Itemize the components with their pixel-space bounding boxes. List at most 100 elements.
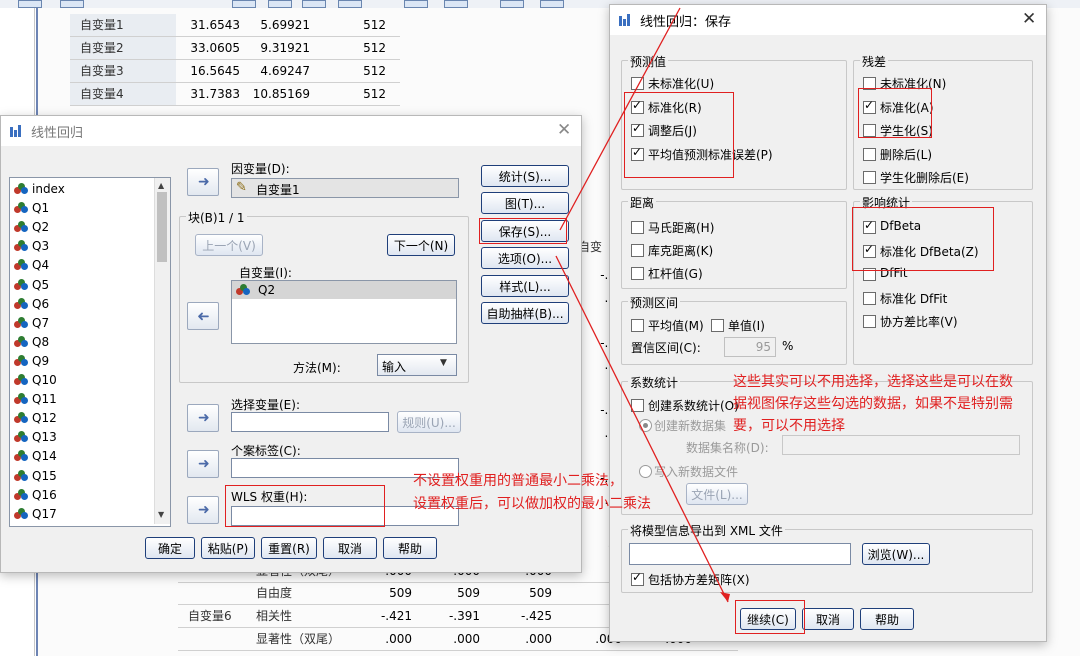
dependent-field[interactable]: ✎ 自变量1 — [231, 178, 459, 198]
variable-icon — [14, 507, 28, 520]
cancel-button[interactable]: 取消 — [323, 537, 377, 559]
variable-item[interactable]: Q13 — [14, 428, 57, 447]
variable-item[interactable]: Q6 — [14, 295, 49, 314]
highlight-continue — [735, 600, 805, 634]
stat-cell: -.391 — [448, 609, 480, 623]
move-dependent-button[interactable]: ➜ — [187, 168, 219, 196]
single-interval-label: 单值(I) — [728, 319, 765, 333]
scrollbar[interactable]: ▲ ▼ — [154, 178, 170, 524]
style-button[interactable]: 样式(L)... — [481, 275, 569, 297]
toolbar-icon[interactable] — [444, 0, 468, 8]
variable-label: Q8 — [32, 334, 50, 349]
row-mean: 31.6543 — [190, 18, 240, 32]
option-checkbox[interactable] — [631, 77, 644, 90]
row-std: 4.69247 — [260, 64, 310, 78]
mean-interval-label: 平均值(M) — [648, 319, 704, 333]
mean-interval-checkbox[interactable] — [631, 319, 644, 332]
option-checkbox[interactable] — [863, 315, 876, 328]
help-button[interactable]: 帮助 — [860, 608, 914, 630]
move-selection-button[interactable]: ➜ — [187, 404, 219, 432]
ok-button[interactable]: 确定 — [145, 537, 195, 559]
file-button[interactable]: 文件(L)... — [686, 483, 748, 505]
toolbar-icon[interactable] — [302, 0, 326, 8]
variable-list[interactable]: index Q1 Q2 Q3 Q4 Q5 Q6 Q7 Q8 Q9 Q10 Q11 Q12 Q13 Q14 Q1… — [9, 177, 171, 527]
independent-list[interactable]: Q2 — [231, 280, 457, 344]
reset-button[interactable]: 重置(R) — [261, 537, 317, 559]
variable-item[interactable]: Q1 — [14, 199, 49, 218]
move-independent-button[interactable]: ➜ — [187, 302, 219, 330]
variable-item[interactable]: Q14 — [14, 447, 57, 466]
toolbar-icon[interactable] — [268, 0, 292, 8]
variable-item[interactable]: index — [14, 180, 65, 199]
method-select[interactable]: 输入 ▼ — [377, 354, 457, 376]
variable-item[interactable]: Q11 — [14, 390, 57, 409]
toolbar-icon[interactable] — [404, 0, 428, 8]
row-name: 自变量4 — [70, 83, 176, 106]
toolbar-icon[interactable] — [540, 0, 564, 8]
scroll-up-icon[interactable]: ▲ — [158, 181, 164, 190]
scroll-down-icon[interactable]: ▼ — [158, 510, 164, 519]
create-coef-checkbox[interactable] — [631, 399, 644, 412]
stat-label: 相关性 — [256, 609, 293, 623]
bootstrap-button[interactable]: 自助抽样(B)... — [481, 302, 569, 324]
help-button[interactable]: 帮助 — [383, 537, 437, 559]
browse-button[interactable]: 浏览(W)... — [862, 543, 930, 565]
variable-item[interactable]: Q2 — [14, 218, 49, 237]
save-title-bar: 线性回归：保存 ✕ — [610, 5, 1046, 35]
scroll-thumb[interactable] — [157, 192, 167, 262]
new-dataset-radio[interactable] — [639, 419, 652, 432]
variable-item[interactable]: Q4 — [14, 256, 49, 275]
toolbar-icon[interactable] — [500, 0, 524, 8]
variable-icon — [14, 488, 28, 501]
single-interval-checkbox[interactable] — [711, 319, 724, 332]
close-icon[interactable]: ✕ — [1022, 9, 1036, 29]
next-block-button[interactable]: 下一个(N) — [387, 234, 455, 256]
include-covariance-checkbox[interactable] — [631, 570, 644, 586]
toolbar-icon[interactable] — [338, 0, 362, 8]
variable-item[interactable]: Q15 — [14, 467, 57, 486]
plots-button[interactable]: 图(T)... — [481, 192, 569, 214]
ci-field[interactable]: 95 — [724, 337, 776, 357]
cancel-button[interactable]: 取消 — [802, 608, 854, 630]
variable-item[interactable]: Q17 — [14, 505, 57, 524]
variable-item[interactable]: Q3 — [14, 237, 49, 256]
paste-button[interactable]: 粘贴(P) — [201, 537, 255, 559]
option-checkbox[interactable] — [631, 221, 644, 234]
variable-item[interactable]: Q8 — [14, 333, 49, 352]
statistics-button[interactable]: 统计(S)... — [481, 165, 569, 187]
dataset-name-field[interactable] — [782, 435, 1020, 455]
variable-item[interactable]: Q5 — [14, 276, 49, 295]
option-checkbox[interactable] — [863, 171, 876, 184]
variable-item[interactable]: Q9 — [14, 352, 49, 371]
variable-item[interactable]: Q16 — [14, 486, 57, 505]
write-file-radio[interactable] — [639, 465, 652, 478]
option-checkbox[interactable] — [631, 267, 644, 280]
row-n: 512 — [363, 87, 386, 101]
previous-block-button[interactable]: 上一个(V) — [195, 234, 263, 256]
highlight-save-button — [479, 218, 567, 244]
move-wls-button[interactable]: ➜ — [187, 496, 219, 524]
row-mean: 31.7383 — [190, 87, 240, 101]
option-checkbox[interactable] — [863, 147, 876, 161]
xml-file-field[interactable] — [629, 543, 851, 565]
option-checkbox[interactable] — [631, 244, 644, 257]
variable-item[interactable]: Q10 — [14, 371, 57, 390]
options-button[interactable]: 选项(O)... — [481, 247, 569, 269]
option-label: 标准化 DfFit — [880, 291, 948, 306]
toolbar-icon[interactable] — [18, 0, 42, 8]
selection-field[interactable] — [231, 412, 389, 432]
variable-item[interactable]: Q12 — [14, 409, 57, 428]
close-icon[interactable]: ✕ — [557, 120, 571, 140]
move-case-label-button[interactable]: ➜ — [187, 450, 219, 478]
toolbar-icon[interactable] — [60, 0, 84, 8]
stat-cell: -.425 — [520, 609, 552, 623]
highlight-residual — [858, 88, 932, 138]
variable-icon — [14, 278, 28, 291]
xml-title: 将模型信息导出到 XML 文件 — [628, 522, 785, 539]
variable-label: Q2 — [32, 220, 50, 235]
toolbar-icon[interactable] — [232, 0, 256, 8]
dataset-name-label: 数据集名称(D): — [686, 441, 769, 455]
rule-button[interactable]: 规则(U)... — [397, 411, 461, 433]
option-checkbox[interactable] — [863, 291, 876, 305]
variable-item[interactable]: Q7 — [14, 314, 49, 333]
